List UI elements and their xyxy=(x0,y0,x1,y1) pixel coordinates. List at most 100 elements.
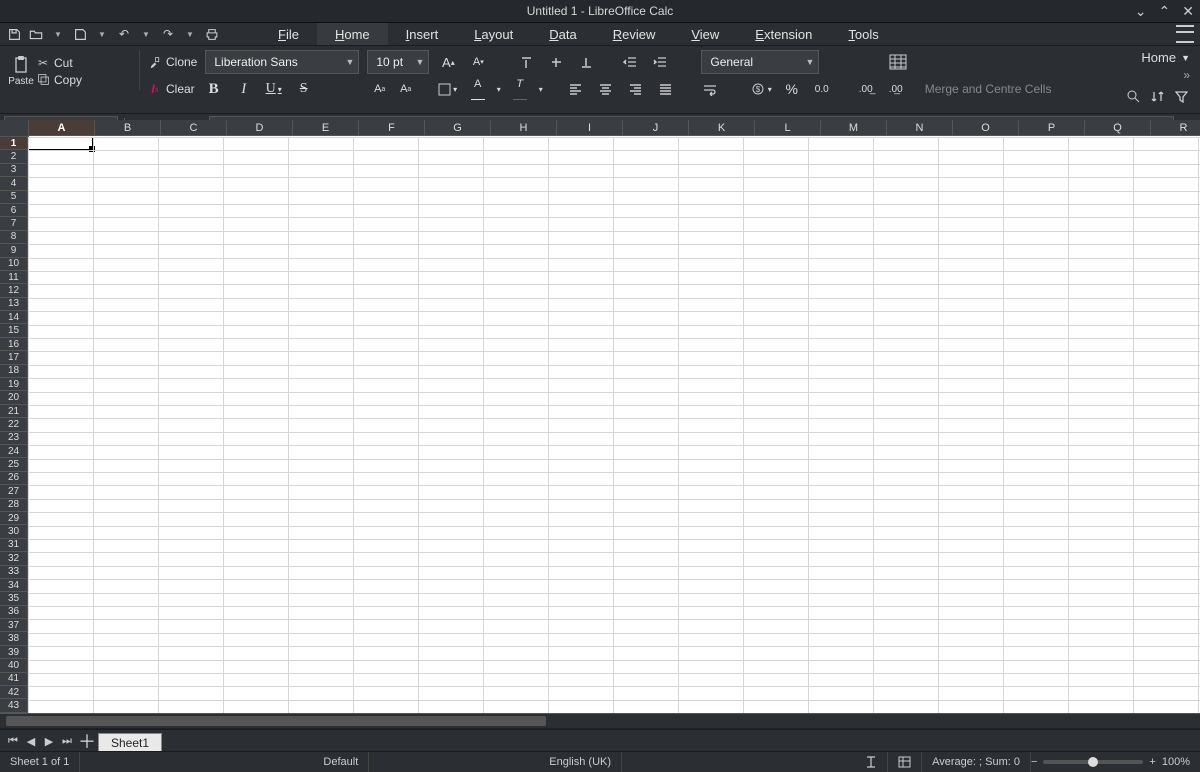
hamburger-icon[interactable] xyxy=(1176,25,1194,43)
column-header[interactable]: C xyxy=(161,120,227,136)
cut-button[interactable]: ✂ Cut xyxy=(36,56,131,70)
row-header[interactable]: 2 xyxy=(0,150,28,163)
row-header[interactable]: 33 xyxy=(0,566,28,579)
row-header[interactable]: 39 xyxy=(0,646,28,659)
horizontal-scrollbar[interactable] xyxy=(0,713,1200,728)
underline-button[interactable]: U ▾ xyxy=(263,78,285,100)
column-header[interactable]: M xyxy=(821,120,887,136)
tab-prev-icon[interactable]: ◀ xyxy=(22,730,40,752)
window-maximize-icon[interactable]: ⌃ xyxy=(1159,3,1171,20)
tab-first-icon[interactable]: ⏮ xyxy=(4,730,22,752)
column-header[interactable]: F xyxy=(359,120,425,136)
print-icon[interactable] xyxy=(204,26,220,42)
column-header[interactable]: P xyxy=(1019,120,1085,136)
zoom-slider[interactable] xyxy=(1043,760,1143,764)
cells-area[interactable] xyxy=(28,137,1200,713)
highlight-button[interactable]: A xyxy=(467,78,489,100)
status-insert-mode-icon[interactable] xyxy=(855,755,887,769)
column-header[interactable]: E xyxy=(293,120,359,136)
row-header[interactable]: 37 xyxy=(0,619,28,632)
redo-icon[interactable]: ↷ xyxy=(160,26,176,42)
row-header[interactable]: 13 xyxy=(0,298,28,311)
status-style[interactable]: Default xyxy=(313,756,368,768)
zoom-in-icon[interactable]: + xyxy=(1149,756,1155,768)
clone-format-button[interactable]: Clone xyxy=(148,55,197,69)
select-all-corner[interactable] xyxy=(0,120,29,137)
row-header[interactable]: 23 xyxy=(0,432,28,445)
undo-icon[interactable]: ↶ xyxy=(116,26,132,42)
decrease-indent-icon[interactable] xyxy=(619,51,641,73)
menu-home[interactable]: Home xyxy=(317,23,388,45)
menu-extension[interactable]: Extension xyxy=(737,23,830,45)
column-header[interactable]: J xyxy=(623,120,689,136)
save-dropdown-icon[interactable]: ▼ xyxy=(94,26,110,42)
redo-dropdown-icon[interactable]: ▼ xyxy=(182,26,198,42)
status-aggregate[interactable]: Average: ; Sum: 0 xyxy=(922,756,1030,768)
border-button[interactable]: ▾ xyxy=(437,78,459,100)
column-header[interactable]: Q xyxy=(1085,120,1151,136)
row-header[interactable]: 40 xyxy=(0,659,28,672)
strikethrough-button[interactable]: S xyxy=(293,78,315,100)
row-header[interactable]: 28 xyxy=(0,499,28,512)
subscript-icon[interactable]: Aa xyxy=(397,78,415,100)
status-language[interactable]: English (UK) xyxy=(539,756,621,768)
column-header[interactable]: D xyxy=(227,120,293,136)
percent-icon[interactable]: % xyxy=(781,78,803,100)
row-header[interactable]: 25 xyxy=(0,458,28,471)
row-header[interactable]: 36 xyxy=(0,606,28,619)
add-sheet-button[interactable]: ＋ xyxy=(76,730,98,752)
wrap-text-icon[interactable] xyxy=(699,78,721,100)
column-header[interactable]: I xyxy=(557,120,623,136)
remove-decimal-icon[interactable]: .0̲0 xyxy=(885,78,907,100)
align-justify-icon[interactable] xyxy=(655,78,677,100)
decimal-00-icon[interactable]: 0.0 xyxy=(811,78,833,100)
row-header[interactable]: 9 xyxy=(0,244,28,257)
merge-cells-button[interactable]: Merge and Centre Cells xyxy=(915,82,1062,96)
row-header[interactable]: 16 xyxy=(0,338,28,351)
font-size-combo[interactable]: 10 pt▼ xyxy=(367,50,429,74)
align-middle-v-icon[interactable] xyxy=(545,51,567,73)
row-header[interactable]: 5 xyxy=(0,191,28,204)
table-icon[interactable] xyxy=(885,51,911,73)
open-dropdown-icon[interactable]: ▼ xyxy=(50,26,66,42)
save-as-icon[interactable] xyxy=(72,26,88,42)
row-header[interactable]: 4 xyxy=(0,177,28,190)
row-header[interactable]: 31 xyxy=(0,539,28,552)
row-header[interactable]: 11 xyxy=(0,271,28,284)
row-header[interactable]: 15 xyxy=(0,324,28,337)
column-header[interactable]: L xyxy=(755,120,821,136)
row-header[interactable]: 6 xyxy=(0,204,28,217)
menu-insert[interactable]: Insert xyxy=(388,23,457,45)
menu-file[interactable]: File xyxy=(260,23,317,45)
row-header[interactable]: 32 xyxy=(0,552,28,565)
align-right-icon[interactable] xyxy=(625,78,647,100)
window-close-icon[interactable]: ✕ xyxy=(1182,3,1194,20)
currency-icon[interactable]: $ ▾ xyxy=(751,78,773,100)
row-header[interactable]: 17 xyxy=(0,351,28,364)
ribbon-tab-link[interactable]: Home ▼ xyxy=(1141,50,1190,65)
column-header[interactable]: R xyxy=(1151,120,1200,136)
italic-button[interactable]: I xyxy=(233,78,255,100)
sheet-tab-active[interactable]: Sheet1 xyxy=(98,733,162,752)
row-header[interactable]: 8 xyxy=(0,231,28,244)
zoom-value[interactable]: 100% xyxy=(1162,756,1190,768)
row-header[interactable]: 1 xyxy=(0,137,28,150)
column-header[interactable]: H xyxy=(491,120,557,136)
column-header[interactable]: G xyxy=(425,120,491,136)
sort-icon[interactable] xyxy=(1148,85,1166,107)
row-header[interactable]: 42 xyxy=(0,686,28,699)
increase-font-icon[interactable]: A▴ xyxy=(437,51,459,73)
menu-review[interactable]: Review xyxy=(595,23,674,45)
copy-button[interactable]: Copy xyxy=(36,73,131,87)
increase-indent-icon[interactable] xyxy=(649,51,671,73)
clear-format-button[interactable]: Ix Clear xyxy=(148,82,195,96)
row-header[interactable]: 27 xyxy=(0,485,28,498)
align-bottom-icon[interactable] xyxy=(575,51,597,73)
row-header[interactable]: 10 xyxy=(0,258,28,271)
menu-layout[interactable]: Layout xyxy=(456,23,531,45)
row-header[interactable]: 3 xyxy=(0,164,28,177)
filter-icon[interactable] xyxy=(1172,85,1190,107)
menu-view[interactable]: View xyxy=(673,23,737,45)
row-header[interactable]: 38 xyxy=(0,632,28,645)
decrease-font-icon[interactable]: A▾ xyxy=(467,51,489,73)
